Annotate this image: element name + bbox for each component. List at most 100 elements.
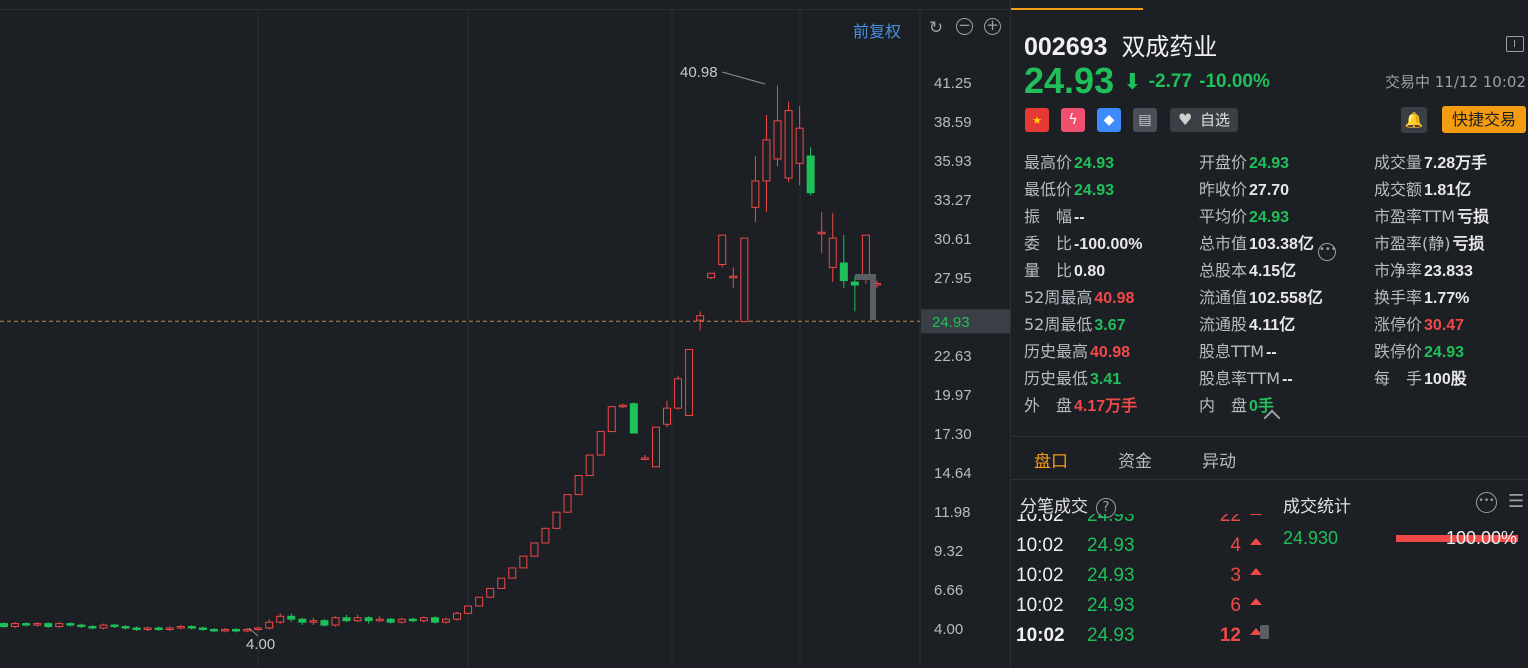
reset-icon[interactable]: ↻: [926, 18, 946, 38]
bell-icon[interactable]: 🔔: [1401, 107, 1427, 133]
candle-body[interactable]: [419, 617, 428, 622]
candle-body[interactable]: [530, 542, 539, 557]
candle-body[interactable]: [77, 624, 86, 628]
candle-body[interactable]: [828, 237, 837, 268]
candle-body[interactable]: [243, 628, 252, 632]
candle-body[interactable]: [629, 403, 638, 434]
tab-orderbook[interactable]: 盘口: [1034, 447, 1068, 472]
candle-body[interactable]: [331, 617, 340, 626]
candle-body[interactable]: [640, 457, 649, 460]
candle-body[interactable]: [685, 349, 694, 416]
layout-toggle-icon[interactable]: [1506, 36, 1524, 52]
candle-body[interactable]: [176, 626, 185, 629]
tab-anomaly[interactable]: 异动: [1202, 447, 1236, 472]
candle-body[interactable]: [574, 475, 583, 496]
candle-body[interactable]: [674, 378, 683, 409]
candle-body[interactable]: [762, 139, 771, 182]
adjust-mode-button[interactable]: 前复权: [853, 18, 901, 42]
tab-funds[interactable]: 资金: [1118, 447, 1152, 472]
note-icon[interactable]: ▤: [1133, 108, 1157, 132]
tick-row[interactable]: 10:02 24.93 3: [1016, 565, 1276, 595]
candle-body[interactable]: [596, 431, 605, 456]
candle-body[interactable]: [497, 577, 506, 589]
candle-body[interactable]: [475, 596, 484, 607]
candle-body[interactable]: [817, 231, 826, 235]
candle-body[interactable]: [342, 617, 351, 622]
candle-body[interactable]: [375, 618, 384, 622]
candle-body[interactable]: [508, 567, 517, 579]
candle-body[interactable]: [486, 587, 495, 598]
candle-body[interactable]: [386, 618, 395, 623]
candle-body[interactable]: [44, 623, 53, 628]
candle-body[interactable]: [784, 110, 793, 179]
candle-body[interactable]: [110, 624, 119, 628]
candle-body[interactable]: [353, 617, 362, 622]
candle-body[interactable]: [696, 315, 705, 321]
candle-body[interactable]: [209, 628, 218, 632]
tag-icon[interactable]: ◆: [1097, 108, 1121, 132]
tick-row[interactable]: 10:02 24.93 12: [1016, 625, 1276, 655]
candle-body[interactable]: [651, 426, 660, 468]
candle-body[interactable]: [132, 627, 141, 630]
candle-body[interactable]: [408, 618, 417, 622]
candle-body[interactable]: [464, 605, 473, 614]
candle-body[interactable]: [552, 511, 561, 529]
candle-body[interactable]: [453, 612, 462, 620]
candle-body[interactable]: [320, 620, 329, 626]
candle-body[interactable]: [143, 627, 152, 630]
tick-row[interactable]: 10:02 24.93 4: [1016, 535, 1276, 565]
candle-body[interactable]: [541, 527, 550, 544]
zoom-out-icon[interactable]: −: [956, 18, 973, 35]
candle-body[interactable]: [850, 281, 859, 286]
candle-body[interactable]: [309, 620, 318, 623]
tick-row[interactable]: 10:02 24.93 6: [1016, 595, 1276, 625]
candle-body[interactable]: [154, 627, 163, 630]
candle-body[interactable]: [364, 617, 373, 622]
candle-body[interactable]: [276, 615, 285, 623]
candle-body[interactable]: [618, 404, 627, 408]
candle-body[interactable]: [585, 454, 594, 477]
candle-body[interactable]: [563, 494, 572, 513]
ticks-scrollbar[interactable]: [1260, 625, 1269, 639]
candle-body[interactable]: [861, 234, 870, 276]
candle-body[interactable]: [254, 627, 263, 630]
candle-body[interactable]: [0, 623, 8, 628]
candle-body[interactable]: [718, 234, 727, 265]
candle-body[interactable]: [607, 406, 616, 433]
candle-body[interactable]: [66, 623, 75, 626]
candle-body[interactable]: [33, 623, 42, 626]
candle-body[interactable]: [265, 621, 274, 629]
candle-body[interactable]: [221, 628, 229, 632]
ticks-list[interactable]: 10:02 24.93 22 10:02 24.93 4 10:02 24.93 3 10:02 2…: [1011, 514, 1276, 668]
candle-body[interactable]: [519, 555, 528, 569]
quick-trade-button[interactable]: 快捷交易: [1442, 106, 1526, 133]
more-options-icon[interactable]: •••: [1476, 492, 1497, 513]
candle-body[interactable]: [397, 618, 406, 623]
tick-row[interactable]: 10:02 24.93 22: [1016, 514, 1276, 535]
candle-body[interactable]: [839, 262, 848, 282]
list-view-icon[interactable]: ☰: [1508, 492, 1528, 512]
candle-body[interactable]: [298, 618, 307, 623]
candle-body[interactable]: [287, 615, 296, 620]
candle-body[interactable]: [165, 627, 174, 630]
candle-body[interactable]: [442, 618, 450, 623]
candle-body[interactable]: [773, 120, 782, 160]
add-favorite-button[interactable]: ♥ 自选: [1170, 108, 1238, 132]
candle-body[interactable]: [11, 623, 20, 628]
candle-body[interactable]: [121, 626, 130, 629]
candle-body[interactable]: [99, 624, 108, 629]
candle-body[interactable]: [22, 623, 31, 626]
kline-chart-pane[interactable]: 41.25 38.59 35.93 33.27 30.61 27.95 22.63 19.97…: [0, 0, 1010, 668]
candle-body[interactable]: [198, 627, 207, 630]
kline-chart[interactable]: 41.25 38.59 35.93 33.27 30.61 27.95 22.63 19.97…: [0, 0, 1010, 668]
candle-body[interactable]: [187, 626, 196, 629]
candle-body[interactable]: [88, 626, 97, 629]
candle-body[interactable]: [232, 628, 241, 632]
more-info-icon[interactable]: •••: [1317, 243, 1337, 261]
candle-body[interactable]: [55, 623, 64, 628]
cn-flag-icon[interactable]: ★: [1025, 108, 1049, 132]
candle-body[interactable]: [740, 237, 749, 323]
candle-body[interactable]: [729, 275, 738, 279]
candle-body[interactable]: [430, 617, 439, 623]
candle-body[interactable]: [795, 127, 804, 164]
